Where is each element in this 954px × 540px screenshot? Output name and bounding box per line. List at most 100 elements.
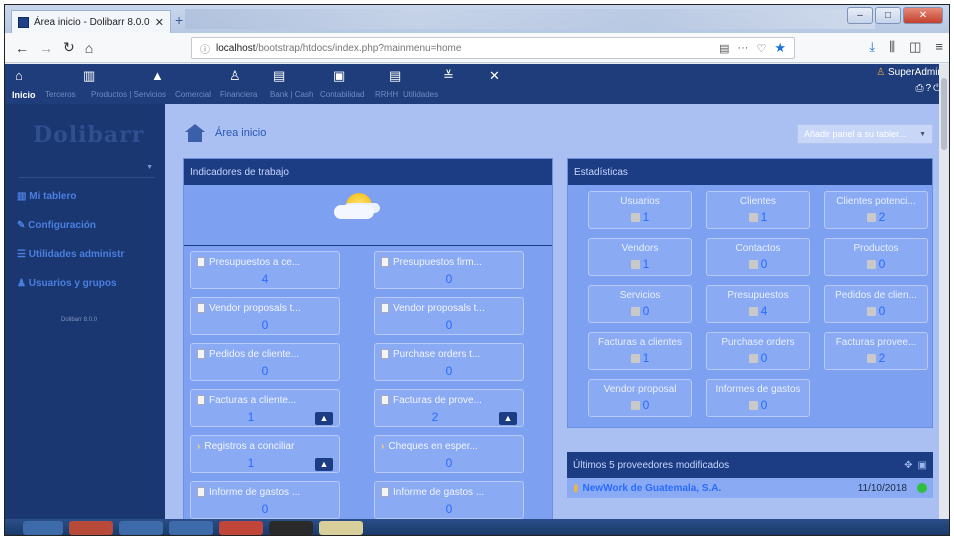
stat-box[interactable]: Clientes 1: [706, 191, 810, 229]
taskbar-item[interactable]: [119, 521, 163, 535]
indicator-value[interactable]: 0: [375, 272, 523, 286]
new-tab-icon[interactable]: +: [175, 12, 183, 28]
financial-menu-icon[interactable]: ▤: [273, 68, 285, 84]
bank-menu-icon[interactable]: ▣: [333, 68, 345, 84]
indicator-box[interactable]: Pedidos de cliente... 0: [190, 343, 340, 381]
taskbar-item[interactable]: [319, 521, 363, 535]
menu-terceros[interactable]: Terceros: [45, 90, 76, 99]
print-icon[interactable]: ⎙: [916, 83, 926, 94]
tools-menu-icon[interactable]: ✕: [489, 68, 500, 84]
info-icon[interactable]: ⓘ: [200, 41, 210, 56]
stat-box[interactable]: Vendors 1: [588, 238, 692, 276]
indicator-box[interactable]: Vendor proposals t... 0: [374, 297, 524, 335]
stat-box[interactable]: Vendor proposal 0: [588, 379, 692, 417]
stat-box[interactable]: Pedidos de clien... 0: [824, 285, 928, 323]
indicator-value[interactable]: 1: [177, 410, 325, 424]
sidebar-item-usuarios[interactable]: ♟ Usuarios y grupos: [17, 278, 117, 289]
sidebar-item-utilidades[interactable]: ☰ Utilidades administr: [17, 249, 124, 260]
close-box-icon[interactable]: ▣: [918, 460, 927, 471]
stat-box[interactable]: Purchase orders 0: [706, 332, 810, 370]
indicator-box[interactable]: Vendor proposals t... 0: [190, 297, 340, 335]
accounting-menu-icon[interactable]: ▤: [389, 68, 401, 84]
forward-icon[interactable]: →: [39, 40, 53, 56]
indicator-box[interactable]: Facturas de prove... 2 ▲: [374, 389, 524, 427]
menu-comercial[interactable]: Comercial: [175, 90, 211, 99]
page-actions-icon[interactable]: ···: [737, 42, 748, 54]
taskbar-item[interactable]: [23, 521, 63, 535]
stat-box[interactable]: Productos 0: [824, 238, 928, 276]
address-bar[interactable]: ⓘ localhost/bootstrap/htdocs/index.php?m…: [191, 37, 795, 59]
indicator-box[interactable]: › Cheques en esper... 0: [374, 435, 524, 473]
minimize-button[interactable]: –: [847, 7, 873, 24]
sidebar-toggle-icon[interactable]: ◫: [909, 39, 921, 55]
products-menu-icon[interactable]: ▲: [151, 68, 164, 84]
page-scrollbar[interactable]: [939, 64, 949, 524]
stat-box[interactable]: Contactos 0: [706, 238, 810, 276]
supplier-name[interactable]: NewWork de Guatemala, S.A.: [583, 483, 722, 494]
home-icon[interactable]: ⌂: [85, 40, 93, 56]
stat-box[interactable]: Clientes potenci... 2: [824, 191, 928, 229]
move-icon[interactable]: ✥: [904, 460, 912, 471]
reader-view-icon[interactable]: ▤: [719, 42, 729, 55]
indicator-value[interactable]: 0: [375, 456, 523, 470]
indicator-box[interactable]: Presupuestos firm... 0: [374, 251, 524, 289]
indicator-box[interactable]: Informe de gastos ... 0: [190, 481, 340, 519]
indicator-value[interactable]: 1: [177, 456, 325, 470]
stat-box[interactable]: Usuarios 1: [588, 191, 692, 229]
menu-bank[interactable]: Bank | Cash: [270, 90, 313, 99]
stat-box[interactable]: Facturas a clientes 1: [588, 332, 692, 370]
close-tab-icon[interactable]: ✕: [155, 16, 164, 29]
sidebar-item-configuracion[interactable]: ✎ Configuración: [17, 220, 96, 231]
indicator-box[interactable]: › Registros a conciliar 1 ▲: [190, 435, 340, 473]
indicator-value[interactable]: 2: [361, 410, 509, 424]
browser-tab[interactable]: Área inicio - Dolibarr 8.0.0 ✕: [11, 10, 171, 33]
thirdparty-menu-icon[interactable]: ▥: [83, 68, 95, 84]
indicator-value[interactable]: 4: [191, 272, 339, 286]
indicator-value[interactable]: 0: [375, 364, 523, 378]
taskbar-item[interactable]: [69, 521, 113, 535]
add-panel-select[interactable]: Añadir panel a su tabler... ▼: [797, 124, 933, 144]
stat-box[interactable]: Servicios 0: [588, 285, 692, 323]
indicator-value[interactable]: 0: [191, 364, 339, 378]
stat-box[interactable]: Informes de gastos 0: [706, 379, 810, 417]
indicator-box[interactable]: Presupuestos a ce... 4: [190, 251, 340, 289]
indicator-value[interactable]: 0: [375, 318, 523, 332]
reload-icon[interactable]: ↻: [63, 39, 75, 56]
bookmark-star-icon[interactable]: ★: [774, 40, 786, 56]
stat-box[interactable]: Facturas provee... 2: [824, 332, 928, 370]
stat-box[interactable]: Presupuestos 4: [706, 285, 810, 323]
version-text: Dolibarr 8.0.0: [61, 317, 98, 323]
back-icon[interactable]: ←: [15, 40, 29, 56]
indicator-value[interactable]: 0: [375, 502, 523, 516]
maximize-button[interactable]: □: [875, 7, 901, 24]
taskbar-item[interactable]: [269, 521, 313, 535]
help-icon[interactable]: ?: [926, 83, 934, 94]
quick-search-select[interactable]: ▼: [19, 164, 155, 178]
indicator-value[interactable]: 0: [191, 502, 339, 516]
indicator-box[interactable]: Informe de gastos ... 0: [374, 481, 524, 519]
menu-icon[interactable]: ≡: [935, 39, 943, 55]
indicator-value[interactable]: 0: [191, 318, 339, 332]
sidebar-item-mi-tablero[interactable]: ▥ Mi tablero: [17, 191, 76, 202]
menu-productos[interactable]: Productos | Servicios: [91, 90, 166, 99]
indicator-box[interactable]: Facturas a cliente... 1 ▲: [190, 389, 340, 427]
pocket-icon[interactable]: ♡: [756, 42, 766, 55]
close-window-button[interactable]: ✕: [903, 7, 943, 24]
dolibarr-logo[interactable]: Dolibarr: [33, 122, 144, 148]
table-row[interactable]: ▮ NewWork de Guatemala, S.A. 11/10/2018: [567, 478, 933, 498]
menu-inicio[interactable]: Inicio: [12, 90, 36, 100]
menu-rrhh[interactable]: RRHH: [375, 90, 398, 99]
home-menu-icon[interactable]: ⌂: [15, 68, 23, 84]
download-icon[interactable]: ⤓: [869, 39, 875, 55]
taskbar-item[interactable]: [169, 521, 213, 535]
indicator-box[interactable]: Purchase orders t... 0: [374, 343, 524, 381]
menu-contabilidad[interactable]: Contabilidad: [320, 90, 364, 99]
menu-financiera[interactable]: Financiera: [220, 90, 257, 99]
user-name[interactable]: SuperAdmin: [888, 67, 943, 78]
library-icon[interactable]: ⫼: [889, 39, 895, 55]
hrm-menu-icon[interactable]: ≚: [443, 68, 454, 84]
scrollbar-thumb[interactable]: [941, 78, 947, 150]
menu-utilidades[interactable]: Utilidades: [403, 90, 438, 99]
commercial-menu-icon[interactable]: ♙: [229, 68, 241, 84]
taskbar-item[interactable]: [219, 521, 263, 535]
